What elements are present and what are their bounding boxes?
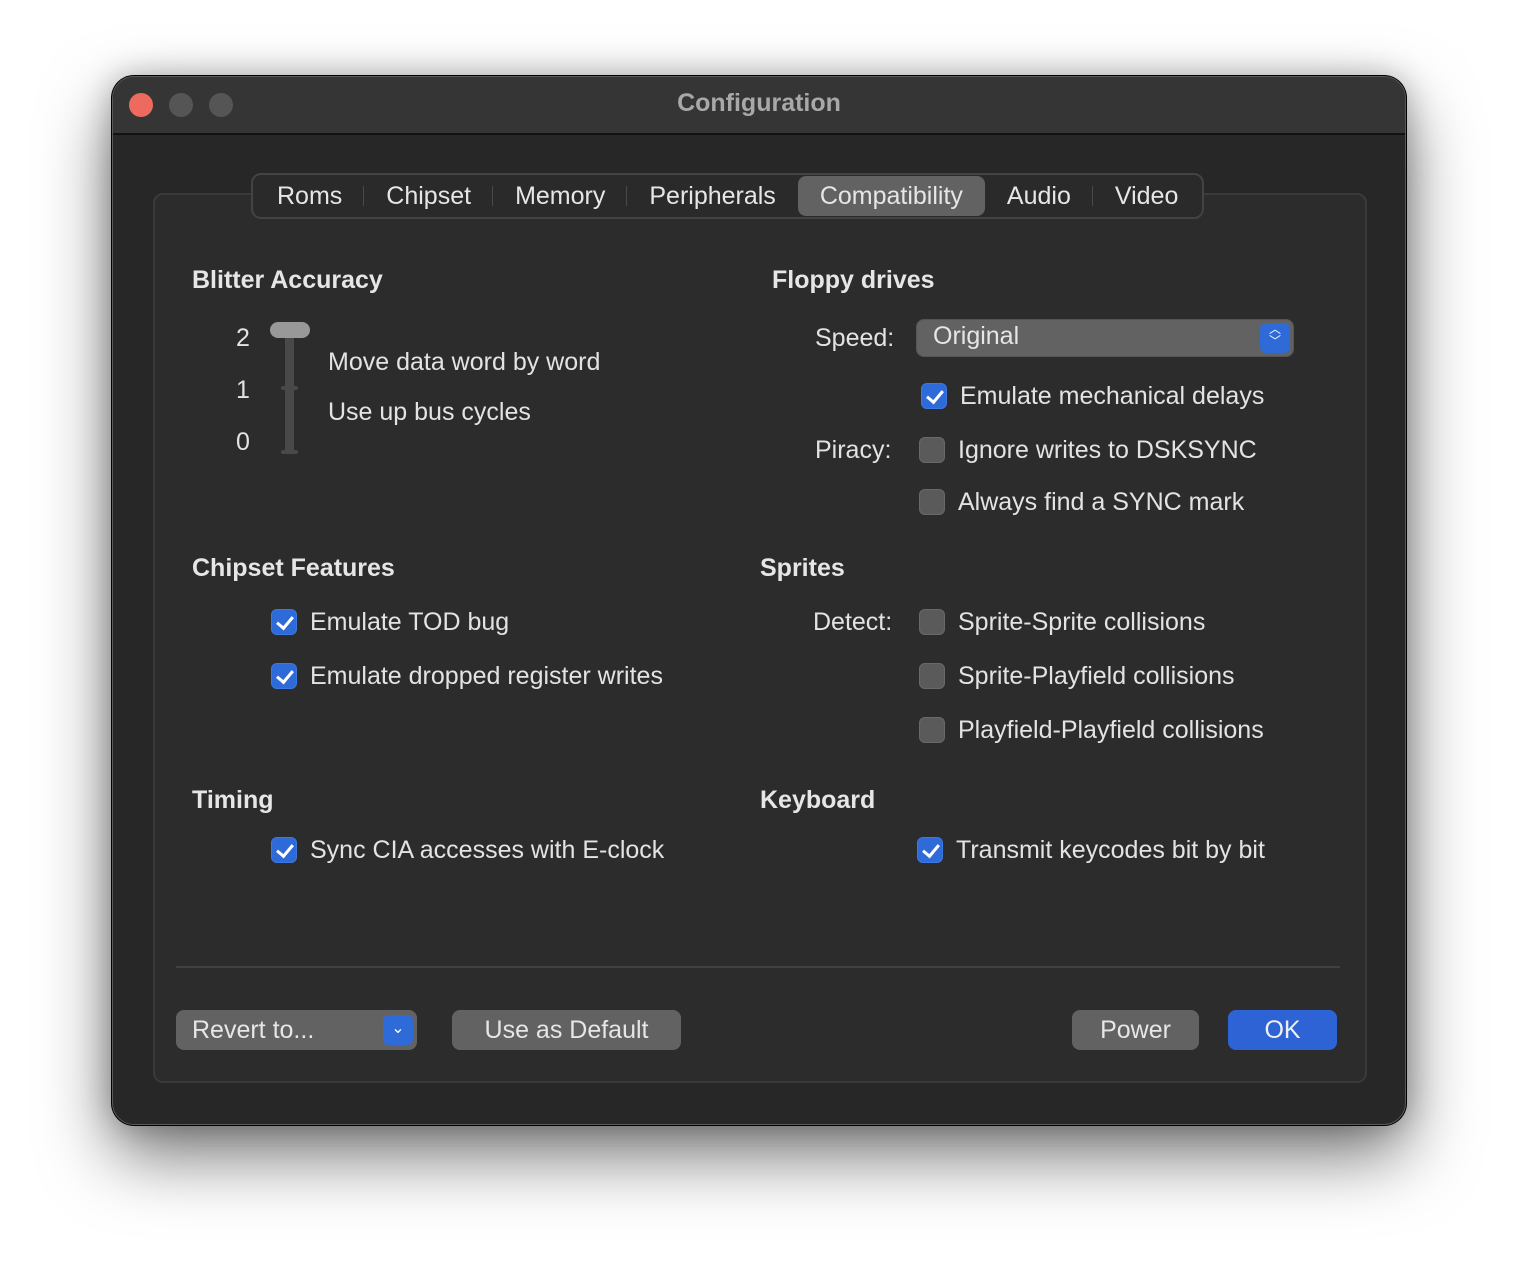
eclock-label: Sync CIA accesses with E-clock [310, 836, 665, 864]
blitter-accuracy-slider[interactable] [285, 332, 294, 454]
blitter-desc-2: Move data word by word [328, 348, 601, 376]
sprites-title: Sprites [760, 554, 845, 582]
timing-title: Timing [192, 786, 274, 814]
emulate-delays-label: Emulate mechanical delays [960, 382, 1265, 410]
floppy-drives-title: Floppy drives [772, 266, 935, 294]
updown-chevron-icon: ︿ ﹀ [1260, 323, 1290, 353]
blitter-desc-1: Use up bus cycles [328, 398, 531, 426]
emulate-delays-checkbox[interactable] [921, 383, 947, 409]
tab-compatibility[interactable]: Compatibility [797, 176, 985, 216]
speed-value: Original [933, 322, 1020, 350]
slider-tick-mark [281, 386, 298, 390]
sprite-sprite-label: Sprite-Sprite collisions [958, 608, 1206, 636]
window-title: Configuration [677, 89, 841, 117]
keyboard-title: Keyboard [760, 786, 876, 814]
tab-bar: Roms Chipset Memory Peripherals Compatib… [251, 173, 1205, 219]
ignore-dsksync-label: Ignore writes to DSKSYNC [958, 436, 1257, 464]
revert-to-popup[interactable]: Revert to... ⌄ [176, 1010, 417, 1050]
tab-peripherals[interactable]: Peripherals [627, 176, 797, 216]
ignore-dsksync-checkbox[interactable] [919, 437, 945, 463]
sprite-playfield-checkbox[interactable] [919, 663, 945, 689]
tab-roms[interactable]: Roms [255, 176, 365, 216]
blitter-tick-0: 0 [236, 428, 250, 456]
always-sync-label: Always find a SYNC mark [958, 488, 1245, 516]
tod-bug-label: Emulate TOD bug [310, 608, 510, 636]
power-button[interactable]: Power [1072, 1010, 1199, 1050]
tab-video[interactable]: Video [1093, 176, 1201, 216]
tab-memory[interactable]: Memory [493, 176, 628, 216]
bit-by-bit-label: Transmit keycodes bit by bit [956, 836, 1265, 864]
playfield-playfield-checkbox[interactable] [919, 717, 945, 743]
tod-bug-checkbox[interactable] [271, 609, 297, 635]
blitter-slider-knob[interactable] [270, 322, 310, 338]
use-as-default-button[interactable]: Use as Default [452, 1010, 681, 1050]
playfield-playfield-label: Playfield-Playfield collisions [958, 716, 1264, 744]
piracy-label: Piracy: [815, 436, 892, 464]
sprite-playfield-label: Sprite-Playfield collisions [958, 662, 1235, 690]
speed-label: Speed: [815, 324, 895, 352]
eclock-checkbox[interactable] [271, 837, 297, 863]
tab-audio[interactable]: Audio [985, 176, 1093, 216]
detect-label: Detect: [813, 608, 893, 636]
blitter-tick-2: 2 [236, 324, 250, 352]
blitter-tick-1: 1 [236, 376, 250, 404]
always-sync-checkbox[interactable] [919, 489, 945, 515]
tab-chipset[interactable]: Chipset [364, 176, 493, 216]
chipset-features-title: Chipset Features [192, 554, 395, 582]
slider-tick-mark [281, 450, 298, 454]
sprite-sprite-checkbox[interactable] [919, 609, 945, 635]
footer-divider [176, 966, 1340, 968]
speed-popup[interactable]: Original ︿ ﹀ [916, 319, 1294, 357]
bit-by-bit-checkbox[interactable] [917, 837, 943, 863]
dropped-writes-checkbox[interactable] [271, 663, 297, 689]
chevron-down-icon: ⌄ [383, 1015, 413, 1045]
dropped-writes-label: Emulate dropped register writes [310, 662, 663, 690]
title-bar: Configuration [113, 77, 1405, 135]
revert-label: Revert to... [192, 1016, 315, 1044]
ok-button[interactable]: OK [1228, 1010, 1337, 1050]
blitter-accuracy-title: Blitter Accuracy [192, 266, 383, 294]
